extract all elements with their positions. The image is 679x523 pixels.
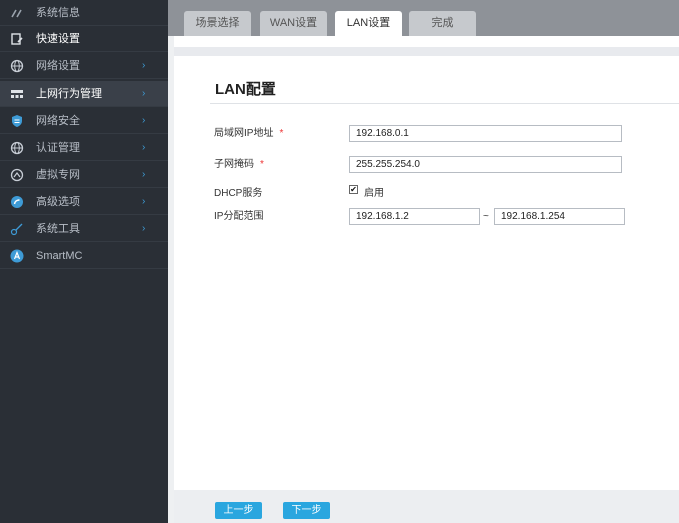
sidebar-item-label: 虚拟专网 <box>36 169 80 181</box>
subnet-mask-input[interactable]: 255.255.254.0 <box>349 156 622 173</box>
dhcp-label: DHCP服务 <box>214 188 263 199</box>
tab-lan-settings[interactable]: LAN设置 <box>335 11 402 36</box>
sidebar-item-label: 系统工具 <box>36 223 80 235</box>
tab-scene-selection[interactable]: 场景选择 <box>184 11 251 36</box>
subnet-mask-label: 子网掩码 * <box>214 155 264 170</box>
range-separator: ~ <box>483 211 489 222</box>
advanced-icon <box>11 196 23 208</box>
sidebar-item-quick-setup[interactable]: 快速设置 <box>0 26 168 52</box>
keyboard-icon <box>11 90 23 98</box>
subnet-mask-label-text: 子网掩码 <box>214 159 254 170</box>
sidebar-item-label: 快速设置 <box>36 33 80 45</box>
chevron-right-icon: › <box>142 60 146 71</box>
dhcp-enable-checkbox[interactable]: ✔ <box>349 185 358 194</box>
lan-ip-label-text: 局域网IP地址 <box>214 128 274 139</box>
lan-ip-input[interactable]: 192.168.0.1 <box>349 125 622 142</box>
chevron-right-icon: › <box>142 223 146 234</box>
sidebar-item-label: 上网行为管理 <box>36 88 102 100</box>
footer-bar: 上一步 下一步 <box>174 490 679 523</box>
required-mark: * <box>279 128 284 139</box>
tab-wan-settings[interactable]: WAN设置 <box>260 11 327 36</box>
sidebar-item-smartmc[interactable]: SmartMC <box>0 243 168 269</box>
shield-icon <box>12 115 22 127</box>
chevron-right-icon: › <box>142 88 146 99</box>
smartmc-icon <box>10 249 24 263</box>
dhcp-enable-label: 启用 <box>364 188 384 199</box>
page-title: LAN配置 <box>215 81 276 98</box>
next-step-button[interactable]: 下一步 <box>283 502 330 519</box>
title-divider <box>210 103 679 104</box>
globe-icon <box>10 59 24 73</box>
chevron-right-icon: › <box>142 142 146 153</box>
sidebar-item-system-info[interactable]: 系统信息 <box>0 0 168 26</box>
sidebar-item-label: 网络设置 <box>36 60 80 72</box>
sidebar-item-label: 网络安全 <box>36 115 80 127</box>
sidebar-item-label: SmartMC <box>36 250 83 262</box>
sidebar-item-label: 认证管理 <box>36 142 80 154</box>
sidebar-item-behavior-management[interactable]: 上网行为管理 › <box>0 81 168 107</box>
quick-setup-icon <box>11 33 23 45</box>
speedometer-icon <box>11 9 22 18</box>
sidebar-item-network-settings[interactable]: 网络设置 › <box>0 53 168 79</box>
tools-icon <box>10 223 23 236</box>
divider <box>174 47 679 56</box>
tab-underbar <box>174 36 679 47</box>
globe-icon <box>10 141 24 155</box>
wizard-tab-bar: 场景选择 WAN设置 LAN设置 完成 <box>168 0 679 36</box>
sidebar-item-label: 系统信息 <box>36 7 80 19</box>
sidebar-item-vpn[interactable]: 虚拟专网 › <box>0 162 168 188</box>
sidebar-item-system-tools[interactable]: 系统工具 › <box>0 216 168 242</box>
ip-range-end-input[interactable]: 192.168.1.254 <box>494 208 625 225</box>
chevron-right-icon: › <box>142 196 146 207</box>
lan-ip-label: 局域网IP地址 * <box>214 124 283 139</box>
ip-range-start-input[interactable]: 192.168.1.2 <box>349 208 480 225</box>
sidebar: 系统信息 快速设置 网络设置 › 上网行为管理 › 网络安全 › 认证管理 › … <box>0 0 168 523</box>
vpn-globe-icon <box>10 168 24 182</box>
required-mark: * <box>260 159 264 170</box>
sidebar-item-label: 高级选项 <box>36 196 80 208</box>
sidebar-item-advanced[interactable]: 高级选项 › <box>0 189 168 215</box>
chevron-right-icon: › <box>142 169 146 180</box>
chevron-right-icon: › <box>142 115 146 126</box>
lan-config-panel: LAN配置 局域网IP地址 * 192.168.0.1 子网掩码 * 255.255… <box>174 56 679 490</box>
prev-step-button[interactable]: 上一步 <box>215 502 262 519</box>
tab-finish[interactable]: 完成 <box>409 11 476 36</box>
ip-range-label: IP分配范围 <box>214 211 264 222</box>
sidebar-item-auth-management[interactable]: 认证管理 › <box>0 135 168 161</box>
sidebar-item-network-security[interactable]: 网络安全 › <box>0 108 168 134</box>
